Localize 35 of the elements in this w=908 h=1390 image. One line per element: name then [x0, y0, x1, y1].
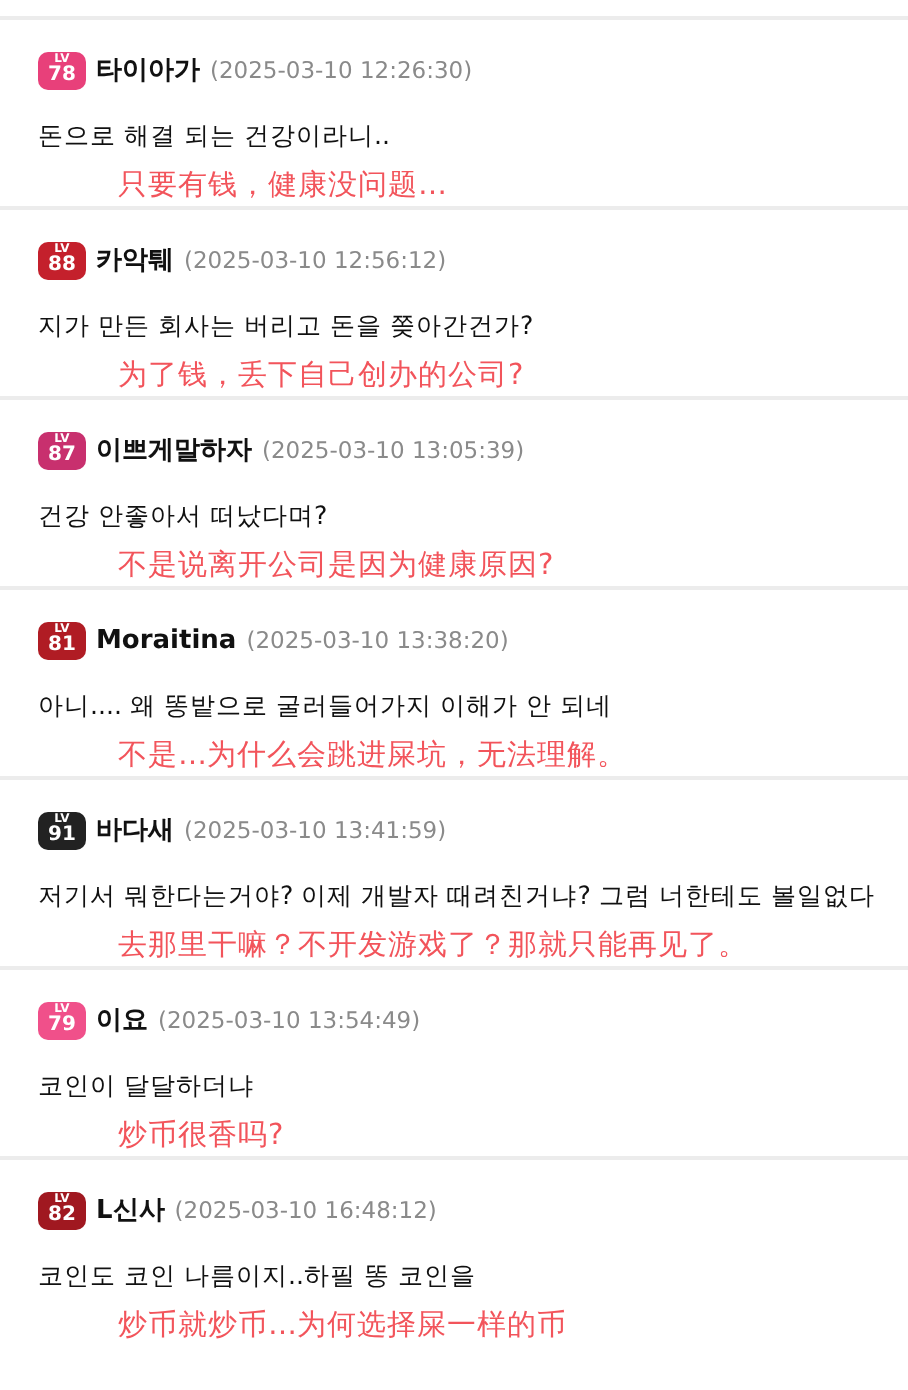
- comment-text: 지가 만든 회사는 버리고 돈을 쫒아간건가?: [38, 310, 536, 344]
- translation-text: 不是…为什么会跳进屎坑，无法理解。: [118, 737, 629, 774]
- translation-text: 炒币就炒币…为何选择屎一样的币: [118, 1307, 569, 1344]
- translation-text: 不是说离开公司是因为健康原因?: [118, 547, 556, 584]
- comment-text: 코인이 달달하더냐: [38, 1070, 257, 1104]
- badge-level: 78: [48, 66, 76, 86]
- badge-level: 88: [48, 256, 76, 276]
- translation-text: 炒币很香吗?: [118, 1117, 286, 1154]
- comment-text: 아니.... 왜 똥밭으로 굴러들어가지 이해가 안 되네: [38, 690, 615, 724]
- timestamp: (2025-03-10 13:05:39): [262, 436, 525, 464]
- timestamp: (2025-03-10 13:38:20): [246, 626, 509, 654]
- translation-text: 去那里干嘛？不开发游戏了？那就只能再见了。: [118, 928, 750, 964]
- timestamp: (2025-03-10 12:26:30): [210, 56, 473, 84]
- comment-text: 돈으로 해결 되는 건강이라니..: [38, 120, 393, 154]
- username: 타이아가: [96, 54, 200, 88]
- comment-text: 건강 안좋아서 떠났다며?: [38, 500, 330, 534]
- username: 바다새: [96, 814, 174, 848]
- badge-level: 87: [48, 446, 76, 466]
- badge-level: 82: [48, 1206, 76, 1226]
- timestamp: (2025-03-10 13:41:59): [184, 816, 447, 844]
- timestamp: (2025-03-10 12:56:12): [184, 246, 447, 274]
- username: L신사: [96, 1194, 165, 1228]
- username: 카악퉤: [96, 244, 174, 278]
- username: 이쁘게말하자: [96, 434, 252, 468]
- translation-text: 只要有钱，健康没问题…: [118, 167, 449, 204]
- badge-level: 91: [48, 826, 76, 846]
- badge-level: 81: [48, 636, 76, 656]
- timestamp: (2025-03-10 13:54:49): [158, 1006, 421, 1034]
- badge-level: 79: [48, 1016, 76, 1036]
- username: Moraitina: [96, 625, 237, 655]
- translation-text: 为了钱，丢下自己创办的公司?: [118, 358, 526, 394]
- comment-text: 저기서 뭐한다는거야? 이제 개발자 때려친거냐? 그럼 너한테도 볼일없다: [38, 880, 877, 914]
- comment-text: 코인도 코인 나름이지..하필 똥 코인을: [38, 1260, 479, 1294]
- timestamp: (2025-03-10 16:48:12): [174, 1196, 437, 1224]
- username: 이요: [96, 1004, 148, 1038]
